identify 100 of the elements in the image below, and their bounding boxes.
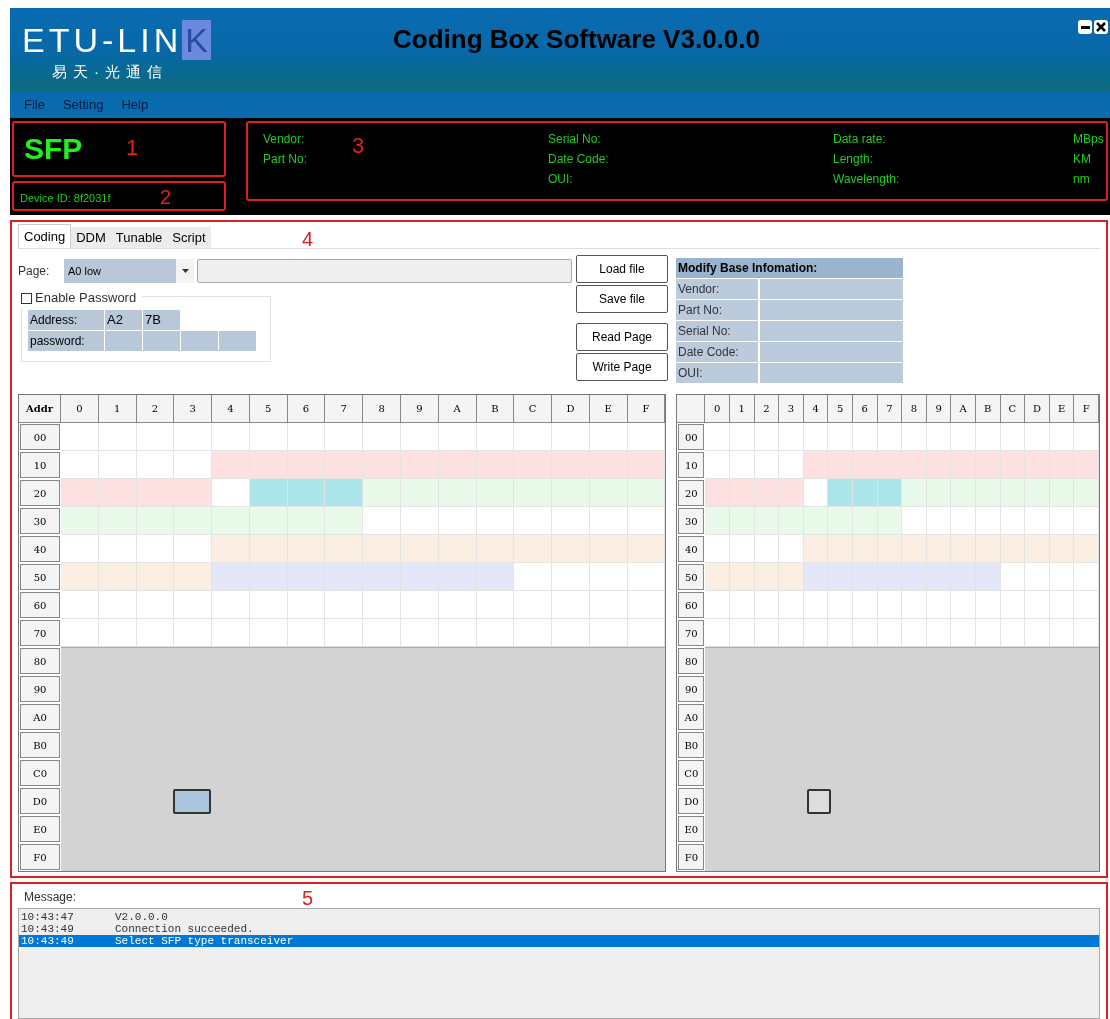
hex-cell[interactable] (400, 563, 439, 592)
hex-cell[interactable] (438, 535, 477, 564)
text-field[interactable] (760, 321, 903, 342)
action-button[interactable]: Read Page (576, 323, 668, 352)
hex-cell[interactable] (363, 479, 401, 508)
hex-cell[interactable] (627, 479, 666, 508)
hex-cell[interactable] (803, 451, 829, 480)
hex-cell[interactable] (976, 591, 1001, 620)
hex-cell[interactable] (729, 451, 755, 480)
hex-cell[interactable] (729, 563, 755, 592)
hex-cell[interactable] (249, 423, 288, 452)
message-row[interactable]: 10:43:49 Select SFP type transceiver (19, 935, 1099, 947)
hex-cell[interactable] (589, 423, 628, 452)
hex-cell[interactable] (136, 535, 175, 564)
hex-cell[interactable] (363, 563, 401, 592)
hex-cell[interactable] (754, 479, 780, 508)
hex-cell[interactable] (976, 479, 1001, 508)
hex-cell[interactable] (174, 507, 213, 536)
hex-cell[interactable] (98, 507, 137, 536)
hex-cell[interactable] (1049, 479, 1075, 508)
hex-cell[interactable] (705, 535, 730, 564)
hex-cell[interactable] (853, 619, 878, 648)
hex-cell[interactable] (976, 563, 1001, 592)
hex-cell[interactable] (705, 507, 730, 536)
hex-cell[interactable] (400, 507, 439, 536)
hex-cell[interactable] (779, 451, 804, 480)
hex-cell[interactable] (627, 451, 666, 480)
hex-cell[interactable] (363, 535, 401, 564)
password-field[interactable] (143, 331, 180, 352)
hex-cell[interactable] (61, 563, 99, 592)
hex-cell[interactable] (249, 591, 288, 620)
hex-cell[interactable] (1025, 591, 1050, 620)
hex-cell[interactable] (249, 507, 288, 536)
hex-cell[interactable] (438, 423, 477, 452)
hex-cell[interactable] (877, 563, 903, 592)
hex-cell[interactable] (627, 423, 666, 452)
hex-cell[interactable] (754, 619, 780, 648)
hex-cell[interactable] (705, 563, 730, 592)
hex-cell[interactable] (325, 479, 364, 508)
hex-cell[interactable] (212, 507, 250, 536)
hex-cell[interactable] (400, 619, 439, 648)
hex-cell[interactable] (828, 507, 853, 536)
hex-cell[interactable] (627, 507, 666, 536)
hex-cell[interactable] (1025, 619, 1050, 648)
hex-cell[interactable] (754, 563, 780, 592)
hex-cell[interactable] (729, 507, 755, 536)
hex-cell[interactable] (729, 423, 755, 452)
hex-cell[interactable] (729, 591, 755, 620)
hex-cell[interactable] (438, 507, 477, 536)
hex-cell[interactable] (61, 535, 99, 564)
hex-cell[interactable] (438, 591, 477, 620)
hex-cell[interactable] (552, 591, 590, 620)
hex-cell[interactable] (951, 591, 976, 620)
hex-cell[interactable] (902, 479, 927, 508)
hex-cell[interactable] (754, 423, 780, 452)
hex-cell[interactable] (705, 619, 730, 648)
message-row[interactable]: 10:43:49 Connection succeeded. (19, 923, 1099, 935)
hex-cell[interactable] (552, 535, 590, 564)
hex-cell[interactable] (363, 591, 401, 620)
hex-cell[interactable] (1025, 451, 1050, 480)
hex-cell[interactable] (325, 451, 364, 480)
hex-cell[interactable] (754, 507, 780, 536)
hex-cell[interactable] (803, 479, 829, 508)
hex-cell[interactable] (902, 451, 927, 480)
hex-cell[interactable] (1000, 507, 1026, 536)
hex-cell[interactable] (589, 479, 628, 508)
hex-cell[interactable] (754, 591, 780, 620)
hex-cell[interactable] (828, 591, 853, 620)
close-icon[interactable] (1094, 20, 1108, 34)
address-field[interactable]: 7B (143, 310, 180, 331)
hex-cell[interactable] (438, 479, 477, 508)
hex-cell[interactable] (476, 535, 515, 564)
hex-cell[interactable] (363, 423, 401, 452)
hex-cell[interactable] (902, 535, 927, 564)
hex-cell[interactable] (779, 479, 804, 508)
hex-cell[interactable] (61, 507, 99, 536)
hex-cell[interactable] (212, 535, 250, 564)
hex-cell[interactable] (476, 479, 515, 508)
hex-cell[interactable] (1074, 451, 1099, 480)
hex-cell[interactable] (1074, 563, 1099, 592)
hex-cell[interactable] (325, 507, 364, 536)
hex-cell[interactable] (325, 563, 364, 592)
hex-cell[interactable] (363, 507, 401, 536)
hex-cell[interactable] (828, 563, 853, 592)
hex-cell[interactable] (98, 563, 137, 592)
hex-cell[interactable] (136, 451, 175, 480)
hex-cell[interactable] (287, 507, 326, 536)
hex-cell[interactable] (589, 619, 628, 648)
hex-cell[interactable] (212, 423, 250, 452)
tab[interactable]: Script (167, 227, 211, 249)
hex-cell[interactable] (1074, 507, 1099, 536)
hex-cell[interactable] (1049, 507, 1075, 536)
password-field[interactable] (181, 331, 218, 352)
hex-cell[interactable] (400, 423, 439, 452)
hex-cell[interactable] (1025, 507, 1050, 536)
hex-cell[interactable] (803, 535, 829, 564)
hex-cell[interactable] (174, 423, 213, 452)
action-button[interactable]: Write Page (576, 353, 668, 382)
hex-cell[interactable] (61, 451, 99, 480)
hex-cell[interactable] (1000, 423, 1026, 452)
